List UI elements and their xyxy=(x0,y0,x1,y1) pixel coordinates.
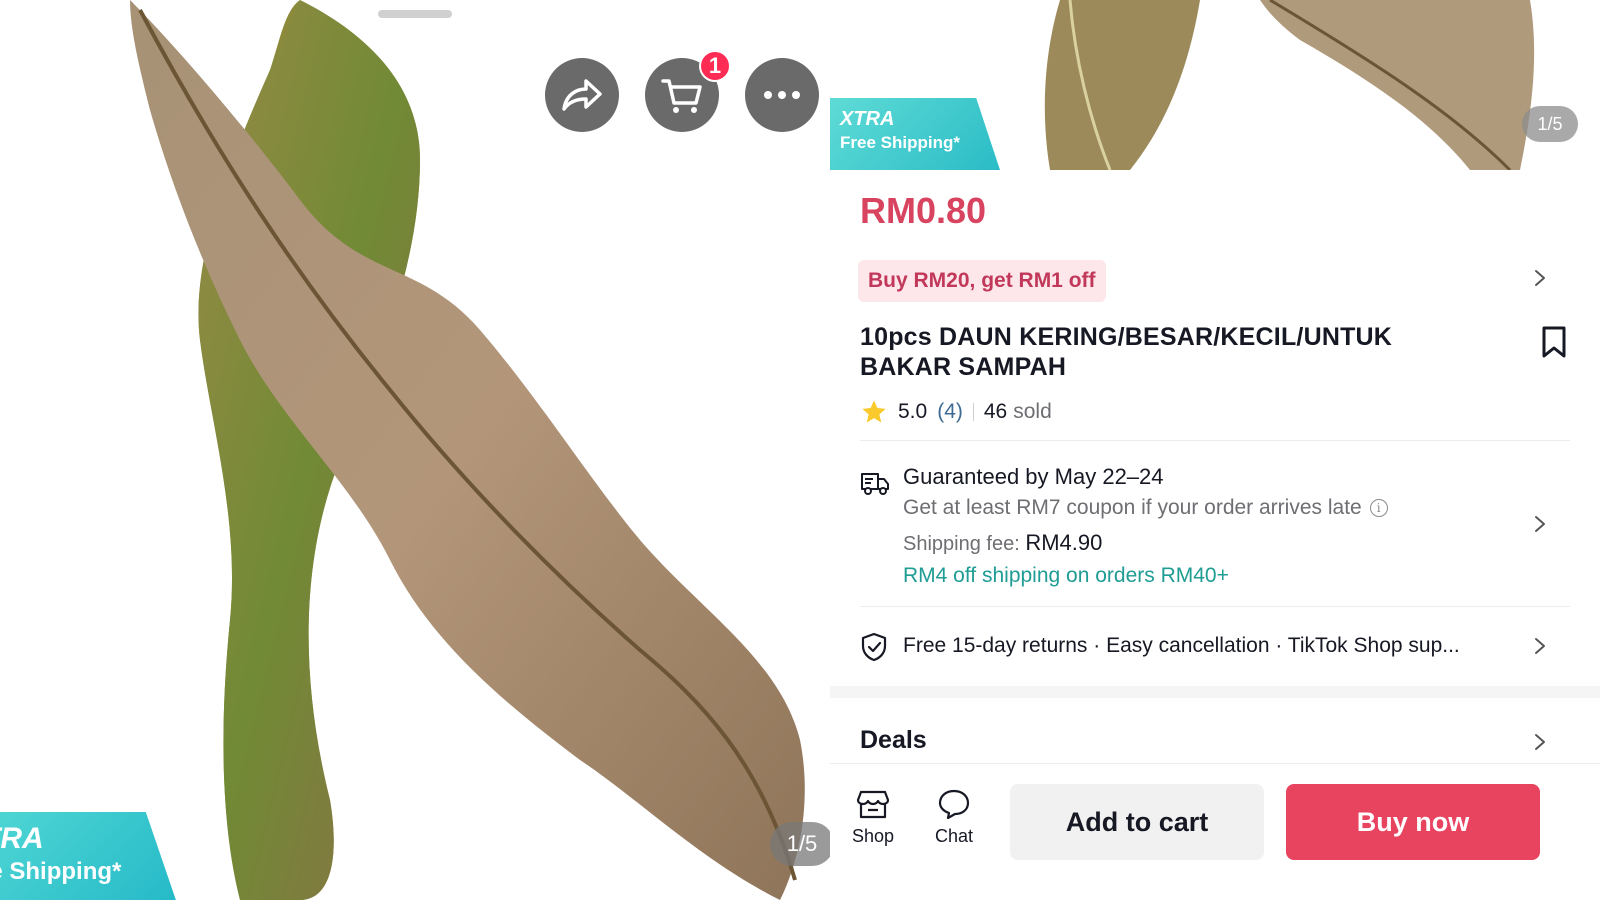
shipping-fee-value: RM4.90 xyxy=(1025,530,1103,555)
divider xyxy=(860,606,1570,607)
more-icon xyxy=(764,91,800,99)
image-counter: 1/5 xyxy=(770,822,830,866)
bookmark-icon[interactable] xyxy=(1540,325,1568,359)
rating-score: 5.0 xyxy=(898,400,928,423)
cart-button[interactable]: 1 xyxy=(645,50,731,132)
shop-tab[interactable]: Shop xyxy=(838,788,908,847)
share-icon xyxy=(562,79,602,111)
chat-label: Chat xyxy=(934,826,974,846)
xtra-free-shipping-badge: XTRA Free Shipping* xyxy=(830,98,1000,170)
chat-tab[interactable]: Chat xyxy=(919,788,989,847)
shipping-info[interactable]: Guaranteed by May 22–24 Get at least RM7… xyxy=(903,462,1503,591)
shop-label: Shop xyxy=(851,826,895,846)
product-image-thumbnail[interactable]: XTRA Free Shipping* 1/5 xyxy=(830,0,1600,170)
divider xyxy=(830,763,1600,764)
free-shipping-label: ee Shipping* xyxy=(0,858,122,885)
screen: 1 TRA ee Shipping* 1/5 XTRA Free Shippin… xyxy=(0,0,1600,900)
deals-heading[interactable]: Deals xyxy=(860,726,927,755)
product-detail-panel: XTRA Free Shipping* 1/5 RM0.80 Buy RM20,… xyxy=(830,0,1600,900)
chevron-right-icon[interactable] xyxy=(1530,732,1550,752)
delivery-guarantee: Guaranteed by May 22–24 xyxy=(903,464,1164,489)
xtra-label: XTRA xyxy=(840,108,895,130)
chevron-right-icon[interactable] xyxy=(1530,268,1550,288)
star-icon xyxy=(862,400,886,423)
shop-icon xyxy=(856,790,890,819)
chat-icon xyxy=(938,789,970,820)
late-coupon-row: Get at least RM7 coupon if your order ar… xyxy=(903,492,1503,524)
dried-leaves-photo xyxy=(130,0,805,900)
promo-badge[interactable]: Buy RM20, get RM1 off xyxy=(858,260,1106,302)
more-button[interactable] xyxy=(745,58,819,132)
cart-icon xyxy=(661,79,702,113)
add-to-cart-button[interactable]: Add to cart xyxy=(1010,784,1264,860)
shipping-fee-row: Shipping fee: RM4.90 xyxy=(903,526,1503,561)
rating-separator xyxy=(972,403,974,421)
image-counter: 1/5 xyxy=(1522,106,1578,142)
drag-handle[interactable] xyxy=(378,10,452,18)
shipping-discount: RM4 off shipping on orders RM40+ xyxy=(903,564,1229,587)
cart-count-badge: 1 xyxy=(699,50,731,82)
product-title: 10pcs DAUN KERING/BESAR/KECIL/UNTUK BAKA… xyxy=(860,323,1393,381)
section-separator xyxy=(830,686,1600,698)
product-image-large[interactable]: 1 TRA ee Shipping* 1/5 xyxy=(0,0,830,900)
shield-check-icon xyxy=(861,632,887,662)
returns-policy[interactable]: Free 15-day returns · Easy cancellation … xyxy=(903,632,1460,660)
sold-count: 46 xyxy=(983,400,1008,423)
delivery-truck-icon xyxy=(861,473,889,495)
rating-row[interactable]: 5.0 (4) 46 sold xyxy=(860,398,1052,426)
product-price: RM0.80 xyxy=(860,190,987,231)
divider xyxy=(860,440,1570,441)
buy-now-button[interactable]: Buy now xyxy=(1286,784,1540,860)
late-coupon-text: Get at least RM7 coupon if your order ar… xyxy=(903,496,1362,519)
review-count[interactable]: (4) xyxy=(937,400,963,424)
free-shipping-label: Free Shipping* xyxy=(840,133,960,152)
chevron-right-icon[interactable] xyxy=(1530,514,1550,534)
chevron-right-icon[interactable] xyxy=(1530,636,1550,656)
shipping-fee-label: Shipping fee: xyxy=(903,533,1020,555)
sold-label: sold xyxy=(1013,400,1052,423)
share-button[interactable] xyxy=(545,58,619,132)
info-icon[interactable]: i xyxy=(1369,499,1388,517)
